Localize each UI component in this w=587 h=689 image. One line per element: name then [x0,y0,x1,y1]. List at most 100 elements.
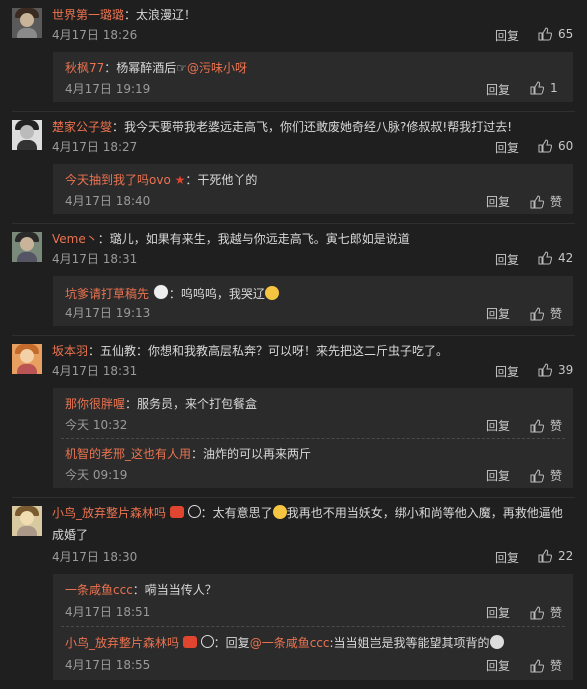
mention-link[interactable]: @污味小呀 [187,61,247,75]
like-label: 赞 [550,307,563,321]
reply-username[interactable]: 机智的老邢_这也有人用 [65,447,191,461]
vip-badge-icon [182,636,197,648]
like-button[interactable]: 赞 [530,193,562,210]
reply-button[interactable]: 回复 [486,417,510,434]
reply-button[interactable]: 回复 [486,657,510,674]
reply-text: ：油炸的可以再来两斤 [191,447,312,461]
divider [12,111,575,112]
reply-button[interactable]: 回复 [495,139,519,156]
reply-username[interactable]: 那你很胖喔 [65,397,125,411]
reply-time: 今天 09:19 [65,468,128,482]
comment-text: 我再也不用当妖女，绑小和尚等他入魔，再救他逼他 [286,506,563,520]
reply-button[interactable]: 回复 [486,604,510,621]
star-badge-icon: ★ [174,173,186,187]
like-count: 42 [558,251,574,265]
like-label: 赞 [550,469,563,483]
thumbs-up-icon [530,306,544,320]
like-count: 65 [558,27,574,41]
reply-box: 秋枫77：杨幂醉酒后☞@污味小呀 4月17日 19:19 回复 1 [53,52,573,102]
like-button[interactable]: 赞 [530,657,562,674]
panda-emoji-icon [152,284,169,300]
avatar[interactable] [12,344,42,374]
comment-text: ：五仙教：你想和我教高层私奔？可以呀！来先把这二斤虫子吃了。 [88,344,449,358]
like-button[interactable]: 22 [538,549,573,563]
comment-username[interactable]: 坂本羽 [52,344,88,358]
comment-time: 4月17日 18:31 [52,364,138,378]
thumbs-up-icon [530,605,544,619]
reply-time: 今天 10:32 [65,418,128,432]
like-button[interactable]: 赞 [530,417,562,434]
reply-button[interactable]: 回复 [486,81,510,98]
divider [12,223,575,224]
medal-badge-icon [200,635,214,648]
thumbs-up-icon [530,81,544,95]
reply-text: :当当姐岂是我等能望其项背的 [329,636,490,650]
thumbs-up-icon [530,194,544,208]
comment-time: 4月17日 18:26 [52,28,138,42]
medal-badge-icon [187,505,201,518]
reply-text: ：呜呜呜，我哭辽 [168,287,265,301]
thumbs-up-icon [530,468,544,482]
like-label: 赞 [550,195,563,209]
thumbs-up-icon [538,251,552,265]
reply-button[interactable]: 回复 [495,549,519,566]
like-button[interactable]: 赞 [530,305,562,322]
avatar[interactable] [12,506,42,536]
like-count: 60 [558,139,574,153]
like-button[interactable]: 65 [538,27,573,41]
reply-box: 一条咸鱼ccc：嗬当当传人？ 4月17日 18:51 回复 赞 小鸟_放弃整片森… [53,574,573,680]
reply-username[interactable]: 小鸟_放弃整片森林吗 [65,636,179,650]
reply-button[interactable]: 回复 [495,27,519,44]
reply-button[interactable]: 回复 [495,251,519,268]
reply-box: 那你很胖喔：服务员，来个打包餐盒 今天 10:32 回复 赞 机智的老邢_这也有… [53,388,573,488]
thumbs-up-icon [530,658,544,672]
laughing-emoji-icon [272,505,287,519]
thumbs-up-icon [538,363,552,377]
like-button[interactable]: 1 [530,81,558,95]
reply-username[interactable]: 一条咸鱼ccc [65,583,133,597]
reply-username[interactable]: 秋枫77 [65,61,104,75]
comment-time: 4月17日 18:31 [52,252,138,266]
reply-time: 4月17日 19:19 [65,82,151,96]
reply-button[interactable]: 回复 [495,363,519,380]
reply-username[interactable]: 坑爹请打草稿先 [65,287,149,301]
reply-divider [61,438,565,440]
reply-button[interactable]: 回复 [486,467,510,484]
like-button[interactable]: 赞 [530,467,562,484]
reply-button[interactable]: 回复 [486,305,510,322]
like-button[interactable]: 赞 [530,604,562,621]
like-button[interactable]: 42 [538,251,573,265]
divider [12,335,575,336]
reply-text: ：服务员，来个打包餐盒 [125,397,258,411]
comment-time: 4月17日 18:27 [52,140,138,154]
avatar[interactable] [12,8,42,38]
comment-username[interactable]: Veme丶 [52,232,98,246]
avatar[interactable] [12,232,42,262]
comment-username[interactable]: 楚家公子燮 [52,120,112,134]
comment-username[interactable]: 世界第一璐璐 [52,8,124,22]
like-button[interactable]: 39 [538,363,573,377]
emoji-icon [489,635,504,649]
like-label: 赞 [550,659,563,673]
avatar[interactable] [12,120,42,150]
reply-time: 4月17日 18:55 [65,658,151,672]
like-count: 22 [558,549,574,563]
mention-link[interactable]: @一条咸鱼ccc [250,636,330,650]
like-count: 39 [558,363,574,377]
comment-text: ：我今天要带我老婆远走高飞，你们还敢废她奇经八脉?修叔叔!帮我打过去! [112,120,513,134]
reply-username[interactable]: 今天抽到我了吗ovo [65,173,171,187]
crying-emoji-icon [264,286,279,300]
reply-time: 4月17日 19:13 [65,306,151,320]
reply-divider [61,626,565,628]
comment-text: 成婚了 [52,528,89,542]
divider [12,497,575,498]
like-count: 1 [550,81,558,95]
reply-button[interactable]: 回复 [486,193,510,210]
thumbs-up-icon [538,27,552,41]
like-button[interactable]: 60 [538,139,573,153]
comment-time: 4月17日 18:30 [52,550,138,564]
reply-text: ：杨幂醉酒后☞ [104,61,188,75]
comment-text: ：太浪漫辽！ [124,8,197,22]
like-label: 赞 [550,606,563,620]
comment-username[interactable]: 小鸟_放弃整片森林吗 [52,506,166,520]
